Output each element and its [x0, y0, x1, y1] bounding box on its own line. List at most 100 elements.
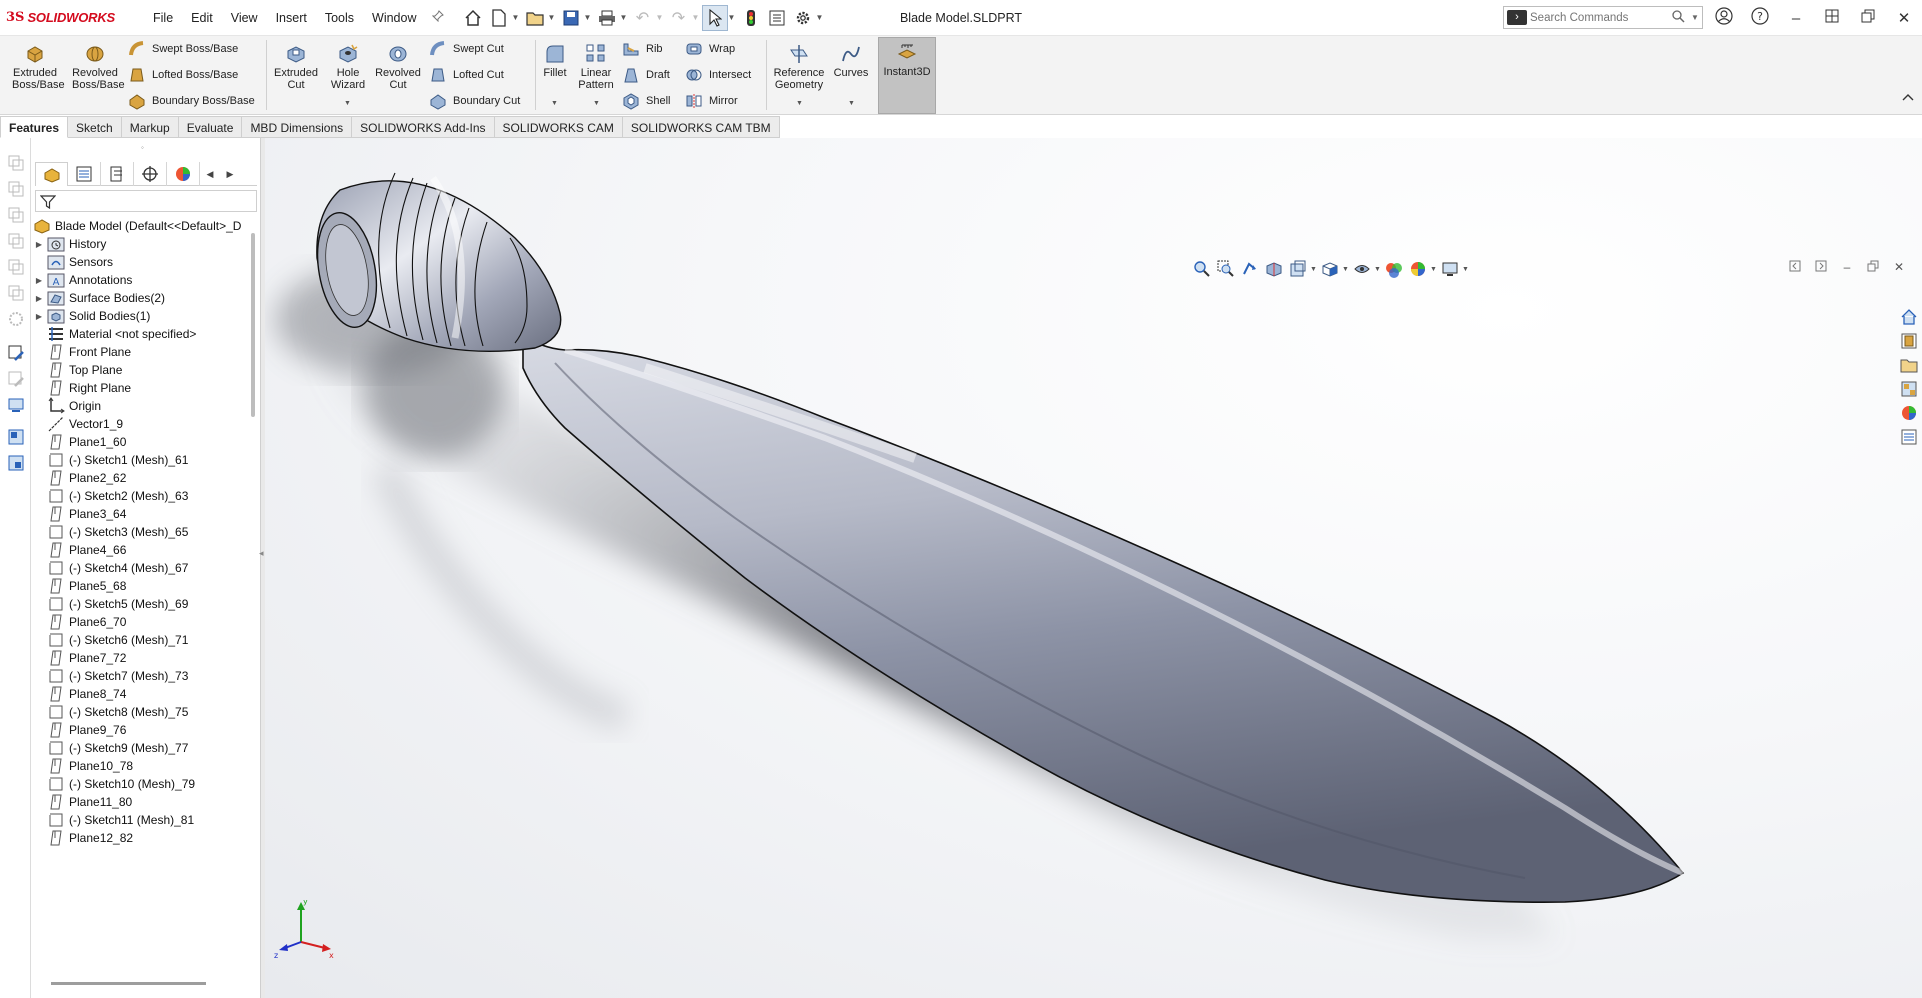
redo-icon[interactable]: ↷ — [666, 5, 692, 31]
sketch-pencil-icon[interactable] — [7, 344, 25, 362]
close-icon[interactable]: ✕ — [1886, 9, 1922, 27]
menu-view[interactable]: View — [222, 0, 267, 36]
previous-view-icon[interactable] — [1238, 258, 1262, 280]
zoom-to-area-icon[interactable] — [1214, 258, 1238, 280]
chevron-down-icon[interactable]: ▼ — [1691, 13, 1699, 22]
chevron-down-icon[interactable]: ▼ — [816, 13, 826, 22]
custom-properties-icon[interactable] — [1898, 426, 1920, 448]
view-layout-icon[interactable] — [7, 428, 25, 446]
gear-icon[interactable] — [7, 310, 25, 328]
tile-windows-icon[interactable] — [1814, 9, 1850, 27]
design-library-icon[interactable] — [1898, 330, 1920, 352]
undo-icon[interactable]: ↶ — [630, 5, 656, 31]
tab-features[interactable]: Features — [0, 116, 69, 138]
view-layout-icon[interactable] — [7, 454, 25, 472]
solidworks-logo[interactable]: 3S SOLIDWORKS — [6, 10, 136, 25]
extruded-boss-button[interactable]: Extruded Boss/Base — [6, 40, 65, 91]
minimize-icon[interactable]: – — [1834, 260, 1860, 275]
lofted-boss-button[interactable]: Lofted Boss/Base — [128, 64, 238, 86]
chevron-down-icon[interactable]: ▼ — [584, 13, 594, 22]
boundary-boss-button[interactable]: Boundary Boss/Base — [128, 90, 255, 112]
save-icon[interactable] — [558, 5, 584, 31]
open-folder-icon[interactable] — [522, 5, 548, 31]
wrap-button[interactable]: Wrap — [685, 38, 735, 60]
rib-button[interactable]: Rib — [622, 38, 663, 60]
mirror-button[interactable]: Mirror — [685, 90, 738, 112]
print-icon[interactable] — [594, 5, 620, 31]
draft-button[interactable]: Draft — [622, 64, 670, 86]
menu-file[interactable]: File — [144, 0, 182, 36]
hide-show-items-icon[interactable] — [1382, 258, 1406, 280]
expand-arrow-icon[interactable]: ▶ — [33, 312, 45, 321]
file-explorer-icon[interactable] — [1898, 354, 1920, 376]
menu-insert[interactable]: Insert — [267, 0, 316, 36]
tab-mbd-dimensions[interactable]: MBD Dimensions — [242, 116, 353, 138]
display-icon[interactable] — [7, 396, 25, 414]
copy-icon[interactable] — [7, 284, 25, 302]
copy-icon[interactable] — [7, 154, 25, 172]
dimxpert-manager-tab[interactable] — [134, 162, 167, 186]
chevron-down-icon[interactable]: ▼ — [656, 13, 666, 22]
chevron-down-icon[interactable]: ▼ — [512, 13, 522, 22]
edit-sketch-icon[interactable] — [7, 370, 25, 388]
help-icon[interactable]: ? — [1742, 7, 1778, 29]
new-document-icon[interactable] — [486, 5, 512, 31]
hole-wizard-button[interactable]: Hole Wizard — [324, 40, 372, 91]
chevron-down-icon[interactable]: ▼ — [848, 100, 855, 107]
chevron-down-icon[interactable]: ▼ — [1310, 266, 1318, 273]
tab-markup[interactable]: Markup — [121, 116, 179, 138]
chevron-down-icon[interactable]: ▼ — [1430, 266, 1438, 273]
restore-icon[interactable] — [1860, 260, 1886, 275]
home-icon[interactable] — [1898, 306, 1920, 328]
copy-icon[interactable] — [7, 232, 25, 250]
gear-icon[interactable] — [790, 5, 816, 31]
pin-icon[interactable] — [431, 10, 448, 25]
menu-tools[interactable]: Tools — [316, 0, 363, 36]
property-manager-tab[interactable] — [68, 162, 101, 186]
select-arrow-icon[interactable] — [701, 4, 728, 31]
copy-icon[interactable] — [7, 206, 25, 224]
edit-appearance-icon[interactable] — [1406, 258, 1430, 280]
feature-manager-tree-tab[interactable] — [35, 162, 68, 186]
tab-solidworks-cam-tbm[interactable]: SOLIDWORKS CAM TBM — [622, 116, 780, 138]
curves-button[interactable]: Curves — [830, 40, 872, 79]
tab-sketch[interactable]: Sketch — [68, 116, 122, 138]
copy-icon[interactable] — [7, 180, 25, 198]
previous-pane-icon[interactable] — [1782, 260, 1808, 275]
revolved-cut-button[interactable]: Revolved Cut — [372, 40, 424, 91]
intersect-button[interactable]: Intersect — [685, 64, 751, 86]
chevron-down-icon[interactable]: ▼ — [551, 100, 558, 107]
chevron-right-icon[interactable]: ▶ — [220, 162, 240, 186]
chevron-down-icon[interactable]: ▼ — [593, 100, 600, 107]
search-commands[interactable]: › ▼ — [1503, 6, 1703, 29]
panel-grip[interactable]: ◦ — [141, 143, 144, 152]
minimize-icon[interactable]: – — [1778, 10, 1814, 27]
expand-arrow-icon[interactable]: ▶ — [33, 240, 45, 249]
revolved-boss-button[interactable]: Revolved Boss/Base — [66, 40, 125, 91]
configuration-manager-tab[interactable] — [101, 162, 134, 186]
chevron-left-icon[interactable]: ◀ — [200, 162, 220, 186]
next-pane-icon[interactable] — [1808, 260, 1834, 275]
copy-icon[interactable] — [7, 258, 25, 276]
appearances-icon[interactable] — [1898, 402, 1920, 424]
tree-horizontal-scrollbar[interactable] — [51, 982, 206, 985]
home-icon[interactable] — [460, 5, 486, 31]
swept-boss-button[interactable]: Swept Boss/Base — [128, 38, 238, 60]
zoom-to-fit-icon[interactable] — [1190, 258, 1214, 280]
view-palette-icon[interactable] — [1898, 378, 1920, 400]
close-icon[interactable]: ✕ — [1886, 260, 1912, 275]
tree-filter[interactable] — [35, 190, 257, 212]
dynamic-annotation-icon[interactable] — [1286, 258, 1310, 280]
display-style-icon[interactable] — [1350, 258, 1374, 280]
file-properties-icon[interactable] — [764, 5, 790, 31]
view-orientation-icon[interactable] — [1318, 258, 1342, 280]
shell-button[interactable]: Shell — [622, 90, 670, 112]
menu-edit[interactable]: Edit — [182, 0, 222, 36]
boundary-cut-button[interactable]: Boundary Cut — [429, 90, 520, 112]
tab-evaluate[interactable]: Evaluate — [178, 116, 243, 138]
reference-geometry-button[interactable]: Reference Geometry — [770, 40, 828, 91]
chevron-down-icon[interactable]: ▼ — [1374, 266, 1382, 273]
tree-vertical-scrollbar[interactable] — [251, 233, 255, 417]
chevron-down-icon[interactable]: ▼ — [344, 100, 351, 107]
chevron-down-icon[interactable]: ▼ — [548, 13, 558, 22]
